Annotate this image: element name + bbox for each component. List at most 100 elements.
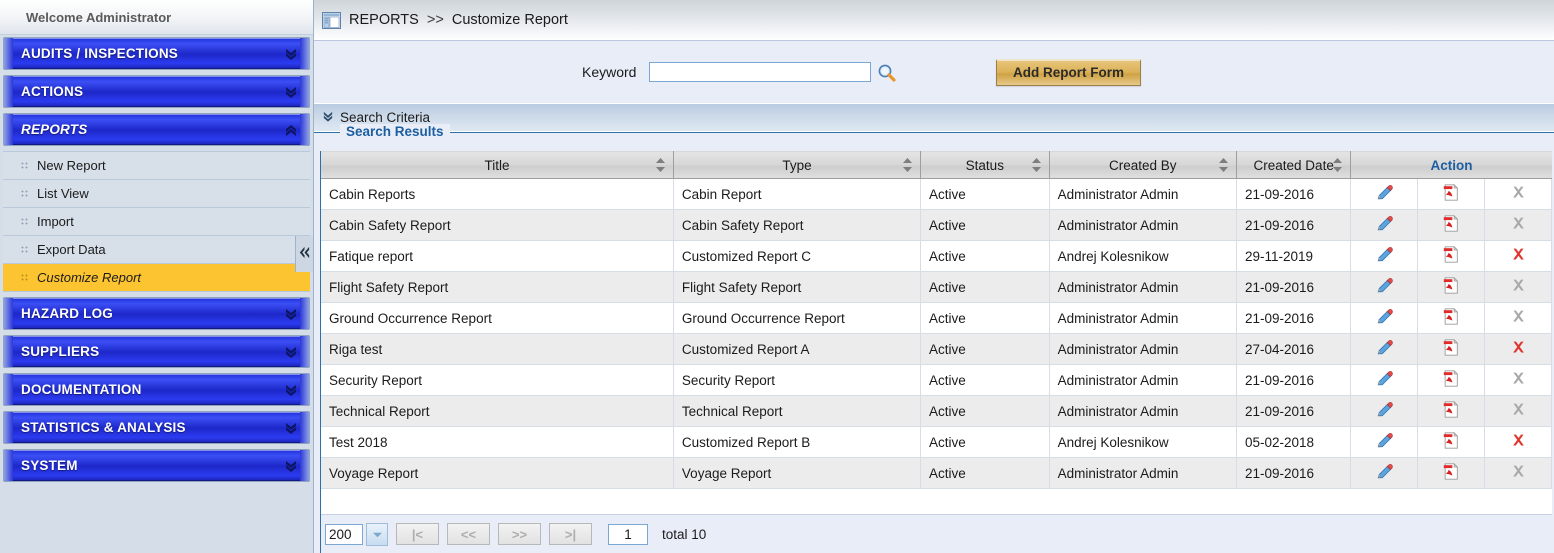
sidebar-item-customize-report[interactable]: Customize Report	[3, 264, 310, 292]
page-size-input[interactable]	[325, 523, 363, 545]
sidebar-group-reports[interactable]: REPORTS	[3, 113, 310, 146]
cell-action-export-pdf[interactable]	[1417, 178, 1486, 210]
cell-action-edit[interactable]	[1350, 302, 1419, 334]
sidebar-group-documentation[interactable]: DOCUMENTATION	[3, 373, 310, 406]
cell-action-edit[interactable]	[1350, 209, 1419, 241]
sort-arrows-icon	[1218, 158, 1228, 172]
sidebar-group-audits-inspections[interactable]: AUDITS / INSPECTIONS	[3, 37, 310, 70]
pdf-icon[interactable]	[1442, 400, 1460, 422]
pdf-icon[interactable]	[1442, 462, 1460, 484]
pdf-icon[interactable]	[1442, 214, 1460, 236]
delete-x-icon[interactable]	[1511, 433, 1526, 451]
cell-action-export-pdf[interactable]	[1417, 395, 1486, 427]
column-header-created-by[interactable]: Created By	[1049, 151, 1237, 179]
pencil-icon[interactable]	[1375, 277, 1394, 298]
pencil-icon[interactable]	[1375, 339, 1394, 360]
cell-action-edit[interactable]	[1350, 364, 1419, 396]
cell-action-delete[interactable]	[1484, 426, 1552, 458]
table-row[interactable]: Cabin Reports Cabin Report Active Administr…	[321, 178, 1552, 210]
sidebar-collapse-handle[interactable]	[295, 236, 314, 272]
sidebar-group-actions[interactable]: ACTIONS	[3, 75, 310, 108]
page-number-input[interactable]	[608, 523, 648, 545]
cell-action-delete[interactable]	[1484, 240, 1552, 272]
breadcrumb-root[interactable]: REPORTS	[349, 12, 419, 28]
cell-action-edit[interactable]	[1350, 333, 1419, 365]
cell-action-export-pdf[interactable]	[1417, 426, 1486, 458]
add-report-form-button[interactable]: Add Report Form	[996, 58, 1141, 86]
pencil-icon[interactable]	[1375, 370, 1394, 391]
pencil-icon[interactable]	[1375, 432, 1394, 453]
pdf-icon[interactable]	[1442, 431, 1460, 453]
pencil-icon[interactable]	[1375, 401, 1394, 422]
cell-created-by: Administrator Admin	[1049, 364, 1237, 396]
keyword-input[interactable]	[649, 62, 871, 82]
pdf-icon[interactable]	[1442, 369, 1460, 391]
table-row[interactable]: Flight Safety Report Flight Safety Report…	[321, 271, 1552, 303]
cell-action-export-pdf[interactable]	[1417, 271, 1486, 303]
cell-action-export-pdf[interactable]	[1417, 240, 1486, 272]
pdf-icon[interactable]	[1442, 338, 1460, 360]
cell-action-export-pdf[interactable]	[1417, 333, 1486, 365]
table-row[interactable]: Cabin Safety Report Cabin Safety Report Ac…	[321, 209, 1552, 241]
sidebar-group-statistics-analysis[interactable]: STATISTICS & ANALYSIS	[3, 411, 310, 444]
column-header-label: Status	[965, 157, 1004, 173]
cell-action-export-pdf[interactable]	[1417, 457, 1486, 489]
sidebar-item-import[interactable]: Import	[3, 208, 310, 236]
delete-x-icon[interactable]	[1511, 247, 1526, 265]
column-header-type[interactable]: Type	[673, 151, 922, 179]
cell-created-date: 21-09-2016	[1236, 209, 1352, 241]
pagination-prev-button[interactable]: <<	[447, 523, 490, 545]
cell-action-edit[interactable]	[1350, 178, 1419, 210]
chevron-double-down-icon	[283, 46, 299, 62]
sidebar-item-export-data[interactable]: Export Data	[3, 236, 310, 264]
bevel-left	[4, 38, 13, 69]
table-row[interactable]: Security Report Security Report Active Admi…	[321, 364, 1552, 396]
pdf-icon[interactable]	[1442, 183, 1460, 205]
sidebar-item-new-report[interactable]: New Report	[3, 151, 310, 180]
search-criteria-toggle[interactable]: Search Criteria	[314, 103, 1554, 132]
pencil-icon[interactable]	[1375, 184, 1394, 205]
cell-action-delete[interactable]	[1484, 333, 1552, 365]
table-row[interactable]: Fatique report Customized Report C Active A…	[321, 240, 1552, 272]
pencil-icon[interactable]	[1375, 246, 1394, 267]
cell-action-edit[interactable]	[1350, 271, 1419, 303]
pdf-icon[interactable]	[1442, 245, 1460, 267]
pencil-icon[interactable]	[1375, 463, 1394, 484]
table-row[interactable]: Technical Report Technical Report Active Ad…	[321, 395, 1552, 427]
cell-action-export-pdf[interactable]	[1417, 364, 1486, 396]
pagination-last-button[interactable]: >|	[549, 523, 592, 545]
cell-action-edit[interactable]	[1350, 457, 1419, 489]
cell-action-export-pdf[interactable]	[1417, 302, 1486, 334]
table-row[interactable]: Voyage Report Voyage Report Active Administ…	[321, 457, 1552, 489]
delete-x-icon[interactable]	[1511, 340, 1526, 358]
magnifier-icon[interactable]	[877, 63, 896, 82]
sidebar-item-list-view[interactable]: List View	[3, 180, 310, 208]
pagination-next-button[interactable]: >>	[498, 523, 541, 545]
page-size-dropdown-button[interactable]	[366, 522, 388, 546]
pencil-icon[interactable]	[1375, 308, 1394, 329]
cell-action-edit[interactable]	[1350, 240, 1419, 272]
pdf-icon[interactable]	[1442, 276, 1460, 298]
sidebar-group-suppliers[interactable]: SUPPLIERS	[3, 335, 310, 368]
sidebar-item-label: Import	[37, 214, 74, 229]
table-row[interactable]: Ground Occurrence Report Ground Occurrenc…	[321, 302, 1552, 334]
pencil-icon[interactable]	[1375, 215, 1394, 236]
pagination-first-button[interactable]: |<	[396, 523, 439, 545]
cell-status: Active	[920, 178, 1050, 210]
column-header-title[interactable]: Title	[321, 151, 674, 179]
cell-action-export-pdf[interactable]	[1417, 209, 1486, 241]
sidebar-group-system[interactable]: SYSTEM	[3, 449, 310, 482]
column-header-created-date[interactable]: Created Date	[1236, 151, 1352, 179]
cell-action-edit[interactable]	[1350, 395, 1419, 427]
cell-action-edit[interactable]	[1350, 426, 1419, 458]
chevron-double-down-icon	[283, 382, 299, 398]
chevron-double-down-icon	[322, 110, 334, 126]
table-header-row: Title Type Status Created By Created Dat…	[321, 151, 1552, 179]
pdf-icon[interactable]	[1442, 307, 1460, 329]
sidebar-group-hazard-log[interactable]: HAZARD LOG	[3, 297, 310, 330]
table-row[interactable]: Riga test Customized Report A Active Admini…	[321, 333, 1552, 365]
table-row[interactable]: Test 2018 Customized Report B Active Andrej…	[321, 426, 1552, 458]
cell-created-by: Administrator Admin	[1049, 395, 1237, 427]
column-header-status[interactable]: Status	[920, 151, 1050, 179]
cell-created-date: 27-04-2016	[1236, 333, 1352, 365]
